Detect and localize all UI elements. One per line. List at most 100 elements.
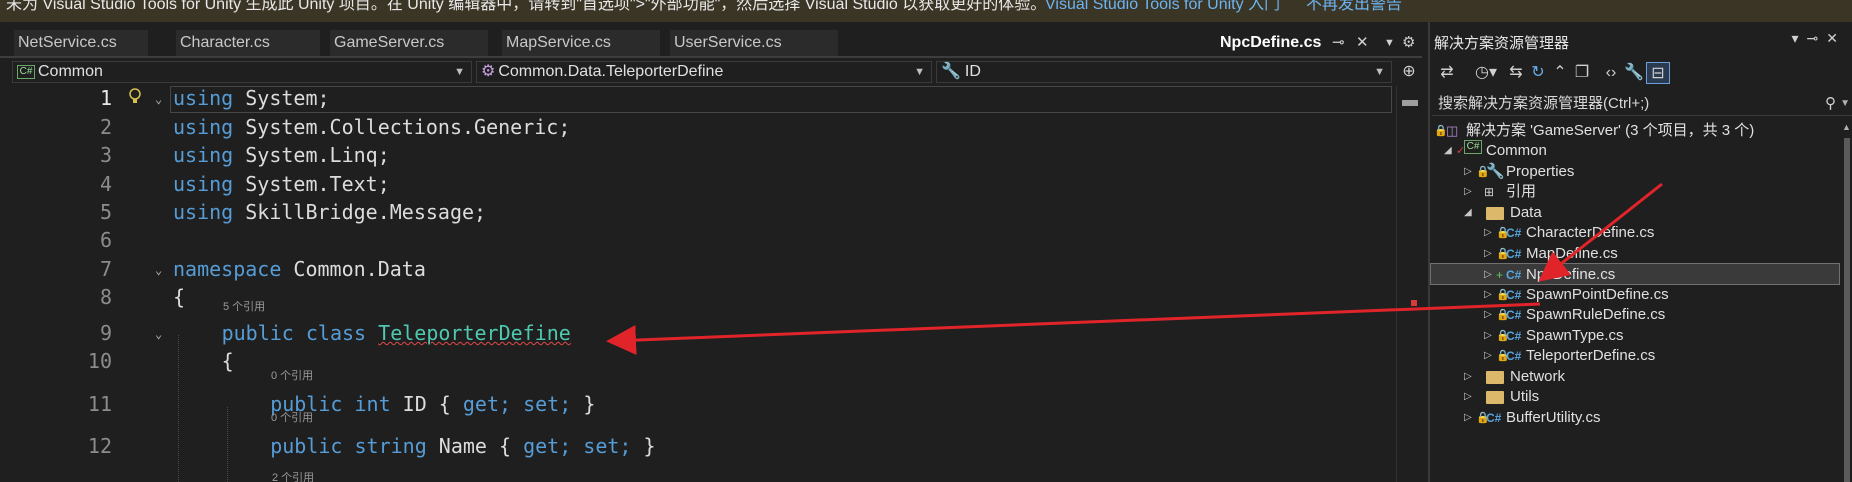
chevron-down-icon[interactable]: ▾: [1792, 30, 1807, 46]
collapsed-arrow-icon[interactable]: ▷: [1464, 386, 1472, 408]
code-area[interactable]: 1 ⌄ using System; 2 using System.Collections…: [0, 86, 1400, 482]
chevron-down-icon[interactable]: ▼: [1384, 30, 1395, 56]
collapse-all-icon[interactable]: ⌃: [1550, 62, 1570, 84]
reference-count-lens[interactable]: 0 个引用: [271, 409, 313, 425]
fold-chevron-icon[interactable]: ⌄: [155, 92, 162, 106]
reference-count-lens[interactable]: 2 个引用: [272, 469, 314, 482]
properties-icon[interactable]: 🔧: [1624, 62, 1644, 84]
code-line[interactable]: 4 using System.Text;: [0, 172, 1400, 200]
dismiss-warning-link[interactable]: 不再发出警告: [1306, 0, 1402, 13]
references-icon: ⊞: [1484, 185, 1495, 199]
pin-icon[interactable]: ⊸: [1332, 30, 1345, 56]
scrollbar-thumb[interactable]: [1844, 138, 1850, 482]
reference-count-lens[interactable]: 5 个引用: [223, 298, 265, 314]
history-icon[interactable]: ◷▾: [1470, 62, 1502, 84]
code-token: namespace: [173, 257, 282, 281]
code-line[interactable]: 10 {: [0, 349, 1400, 377]
code-token: ID {: [402, 392, 451, 416]
code-line[interactable]: 7 ⌄ namespace Common.Data: [0, 257, 1400, 285]
code-line[interactable]: 8{: [0, 285, 1400, 313]
code-token: get;: [462, 392, 512, 416]
close-icon[interactable]: ✕: [1356, 30, 1369, 56]
scroll-up-icon[interactable]: ▲: [1842, 122, 1851, 132]
show-all-files-icon[interactable]: ❐: [1572, 62, 1592, 84]
chevron-down-icon[interactable]: ▼: [1840, 92, 1850, 116]
code-line[interactable]: 2 using System.Collections.Generic;: [0, 115, 1400, 143]
folder-icon: [1486, 207, 1504, 220]
unity-tools-link[interactable]: Visual Studio Tools for Unity 入门: [1045, 0, 1280, 13]
code-line[interactable]: 12 0 个引用 public string Name { get; set; }: [0, 412, 1400, 462]
csharp-file-icon: C#: [1506, 247, 1522, 261]
tree-file[interactable]: ▷ 🔒 C# CharacterDefine.cs: [1430, 222, 1840, 244]
tree-file[interactable]: ▷ 🔒 C# SpawnRuleDefine.cs: [1430, 304, 1840, 326]
code-line[interactable]: 5 using SkillBridge.Message;: [0, 200, 1400, 228]
tab-netservice[interactable]: NetService.cs: [14, 30, 148, 56]
vs-window: 未为 Visual Studio Tools for Unity 生成此 Uni…: [0, 0, 1852, 482]
preview-selected-icon[interactable]: ⊟: [1646, 62, 1670, 84]
code-line[interactable]: 6: [0, 228, 1400, 256]
split-editor-icon[interactable]: ⊕: [1396, 59, 1422, 85]
code-line[interactable]: 3 using System.Linq;: [0, 143, 1400, 171]
pin-icon[interactable]: ⊸: [1807, 30, 1827, 46]
collapsed-arrow-icon[interactable]: ▷: [1484, 284, 1492, 306]
type-dropdown[interactable]: ⚙ Common.Data.TeleporterDefine ▼: [476, 61, 932, 83]
tree-folder-network[interactable]: ▷ Network: [1430, 366, 1840, 388]
editor-scrollbar[interactable]: [1396, 86, 1422, 482]
fold-chevron-icon[interactable]: ⌄: [155, 327, 162, 341]
reference-count-lens[interactable]: 0 个引用: [271, 367, 313, 383]
folder-icon: [1486, 371, 1504, 384]
refresh-icon[interactable]: ↻: [1528, 62, 1548, 84]
code-line[interactable]: 11 0 个引用 public int ID { get; set; }: [0, 370, 1400, 420]
project-dropdown[interactable]: C# Common ▼: [12, 61, 472, 83]
fold-chevron-icon[interactable]: ⌄: [155, 263, 162, 277]
search-icon[interactable]: ⚲: [1825, 92, 1836, 116]
tree-file[interactable]: ▷ 🔒 C# MapDefine.cs: [1430, 243, 1840, 265]
close-icon[interactable]: ✕: [1826, 30, 1846, 46]
collapsed-arrow-icon[interactable]: ▷: [1464, 161, 1472, 183]
tree-folder-data[interactable]: ◢ Data: [1430, 202, 1840, 224]
explorer-search-input[interactable]: 搜索解决方案资源管理器(Ctrl+;) ⚲ ▼: [1432, 92, 1852, 116]
sync-icon[interactable]: ⇆: [1506, 62, 1526, 84]
collapsed-arrow-icon[interactable]: ▷: [1464, 407, 1472, 429]
added-icon: +: [1496, 268, 1504, 282]
tree-file[interactable]: ▷ 🔒 C# SpawnPointDefine.cs: [1430, 284, 1840, 306]
collapsed-arrow-icon[interactable]: ▷: [1484, 325, 1492, 347]
tree-file[interactable]: ▷ 🔒 C# SpawnType.cs: [1430, 325, 1840, 347]
project-dropdown-value: Common: [38, 63, 103, 80]
code-token: System.Linq;: [245, 143, 390, 167]
line-number: 11: [87, 392, 112, 416]
collapsed-arrow-icon[interactable]: ▷: [1484, 222, 1492, 244]
switch-views-icon[interactable]: ⇄: [1436, 62, 1458, 84]
tree-solution[interactable]: 🔒 ◫ 解决方案 'GameServer' (3 个项目，共 3 个): [1430, 120, 1840, 142]
collapsed-arrow-icon[interactable]: ▷: [1484, 264, 1492, 286]
gear-icon[interactable]: ⚙: [1402, 30, 1415, 56]
explorer-scrollbar[interactable]: ▲: [1840, 120, 1852, 482]
member-dropdown[interactable]: 🔧 ID ▼: [936, 61, 1392, 83]
view-code-icon[interactable]: ‹›: [1600, 62, 1622, 84]
tree-file[interactable]: ▷ 🔒 C# TeleporterDefine.cs: [1430, 345, 1840, 367]
tab-npcdefine[interactable]: NpcDefine.cs: [1216, 30, 1328, 56]
tab-userservice[interactable]: UserService.cs: [670, 30, 838, 56]
collapsed-arrow-icon[interactable]: ▷: [1484, 304, 1492, 326]
collapsed-arrow-icon[interactable]: ▷: [1484, 243, 1492, 265]
member-dropdown-value: ID: [964, 63, 981, 80]
expanded-arrow-icon[interactable]: ◢: [1464, 202, 1472, 224]
tree-references[interactable]: ▷ ⊞ 引用: [1430, 181, 1840, 203]
tree-folder-utils[interactable]: ▷ Utils: [1430, 386, 1840, 408]
tab-gameserver[interactable]: GameServer.cs: [330, 30, 488, 56]
collapsed-arrow-icon[interactable]: ▷: [1464, 366, 1472, 388]
tree-project-common[interactable]: ◢ ✓ C# Common: [1430, 140, 1840, 162]
tree-file-selected[interactable]: ▷ + C# NpcDefine.cs: [1430, 263, 1840, 285]
tab-character[interactable]: Character.cs: [176, 30, 320, 56]
info-bar: 未为 Visual Studio Tools for Unity 生成此 Uni…: [0, 0, 1852, 22]
collapsed-arrow-icon[interactable]: ▷: [1484, 345, 1492, 367]
code-line[interactable]: 1 ⌄ using System;: [0, 86, 1400, 114]
tree-file[interactable]: ▷ 🔒 C# BufferUtility.cs: [1430, 407, 1840, 429]
expanded-arrow-icon[interactable]: ◢: [1444, 140, 1452, 162]
tab-mapservice[interactable]: MapService.cs: [502, 30, 660, 56]
code-line[interactable]: 9 ⌄ 5 个引用 public class TeleporterDefine: [0, 301, 1400, 349]
collapsed-arrow-icon[interactable]: ▷: [1464, 181, 1472, 203]
code-token: System;: [245, 86, 330, 110]
scrollbar-thumb[interactable]: [1402, 100, 1418, 106]
tree-properties[interactable]: ▷ 🔒 🔧 Properties: [1430, 161, 1840, 183]
